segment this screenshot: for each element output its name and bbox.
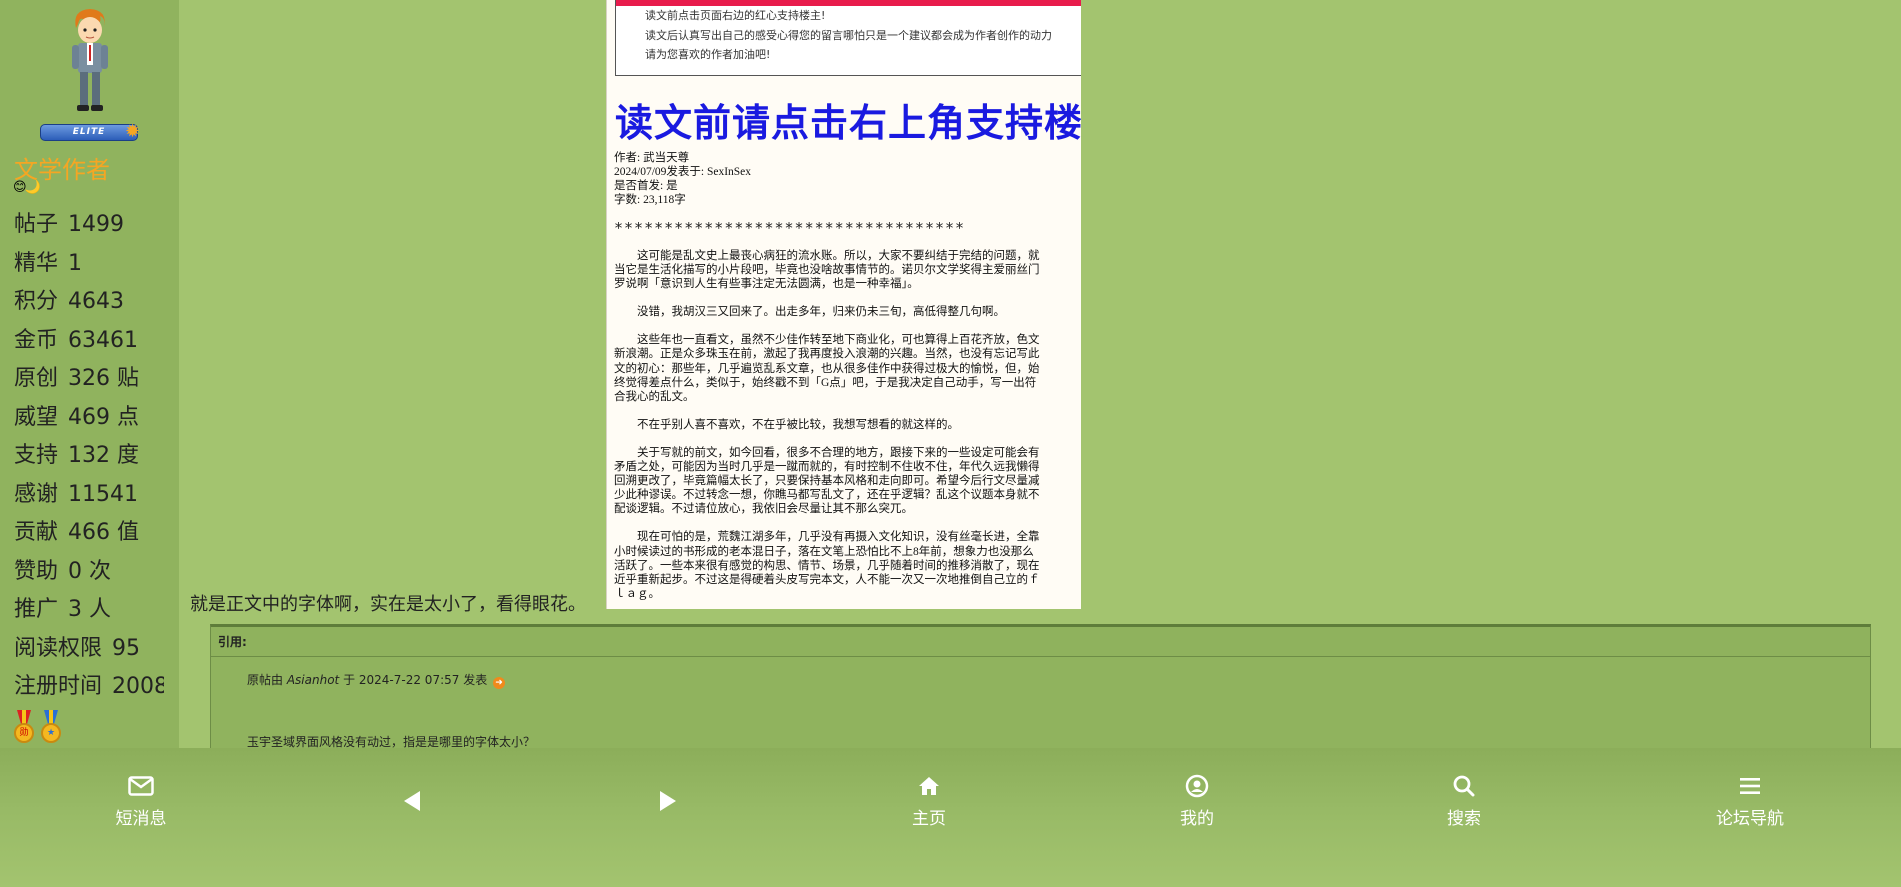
quote-meta: 原帖由 Asianhot 于 2024-7-22 07:57 发表 ➜	[247, 671, 506, 689]
page: ELITE ✹ 文学作者 😊🌙 帖子 1499 精华 1 积分 4643 金币 6346…	[0, 0, 1901, 887]
nav-search-label: 搜索	[1447, 809, 1481, 829]
paragraph: 没错，我胡汉三又回来了。出走多年，归来仍未三旬，高低得整几句啊。	[637, 306, 1005, 319]
meta-date: 2024/07/09发表于: SexInSex	[614, 166, 752, 178]
article-meta: 作者: 武当天尊 2024/07/09发表于: SexInSex 是否首发: 是…	[614, 151, 751, 207]
meta-first-post: 是否首发: 是	[614, 180, 678, 192]
notice-line: 请为您喜欢的作者加油吧!	[645, 48, 771, 61]
medal-list: 勋 ★	[13, 710, 62, 744]
author-sidebar: ELITE ✹ 文学作者 😊🌙 帖子 1499 精华 1 积分 4643 金币 6346…	[0, 0, 179, 748]
jump-to-post-icon[interactable]: ➜	[493, 677, 506, 689]
nav-messages-label: 短消息	[115, 809, 167, 829]
nav-search[interactable]: 搜索	[1404, 772, 1524, 829]
nav-forum-label: 论坛导航	[1716, 809, 1784, 829]
meta-word-count: 字数: 23,118字	[614, 194, 686, 206]
quote-block: 引用: 原帖由 Asianhot 于 2024-7-22 07:57 发表 ➜ …	[210, 624, 1871, 754]
user-icon	[1137, 772, 1257, 800]
stat-thanks: 感谢 11541	[14, 481, 139, 507]
nav-home-label: 主页	[912, 809, 946, 829]
paragraph: 这些年也一直看文，虽然不少佳作转至地下商业化，可也算得上百花齐放，色文新浪潮。正…	[614, 334, 1040, 403]
quote-meta-suffix: 于 2024-7-22 07:57 发表	[343, 673, 488, 687]
nav-home[interactable]: 主页	[869, 772, 989, 829]
forward-arrow-icon[interactable]	[659, 790, 677, 812]
post-content: 就是正文中的字体啊，实在是太小了，看得眼花。	[190, 594, 586, 615]
nav-mine[interactable]: 我的	[1137, 772, 1257, 829]
paragraph: 不在乎别人喜不喜欢，不在乎被比较，我想写想看的就这样的。	[637, 418, 959, 431]
stat-promotion: 推广 3 人	[14, 597, 112, 622]
meta-author: 作者: 武当天尊	[614, 152, 690, 164]
back-arrow-icon[interactable]	[403, 790, 421, 812]
article-title: 读文前请点击右上角支持楼主	[615, 103, 1081, 145]
stat-read-permission: 阅读权限 95	[14, 635, 141, 661]
notice-line: 读文前点击页面右边的红心支持楼主!	[645, 9, 826, 22]
home-icon	[869, 772, 989, 800]
stat-coins: 金币 63461	[14, 327, 139, 353]
stat-points: 积分 4643	[14, 289, 125, 314]
mail-icon	[81, 772, 201, 800]
paragraph: 现在可怕的是，荒魏江湖多年，几乎没有再摄入文化知识，没有丝毫长进，全靠小时候读过…	[614, 531, 1040, 600]
paragraph: 这可能是乱文史上最丧心病狂的流水账。所以，大家不要纠结于完结的问题，就当它是生活…	[614, 250, 1040, 291]
notice-box: 读文前点击页面右边的红心支持楼主! 读文后认真写出自己的感受心得您的留言哪怕只是…	[615, 0, 1081, 76]
stat-contribution: 贡献 466 值	[14, 520, 140, 545]
stat-register-date: 注册时间 2008	[14, 674, 164, 699]
stat-prestige: 威望 469 点	[14, 404, 140, 430]
bottom-nav: 短消息 主页 我的 搜索 论坛导航	[0, 748, 1901, 887]
quote-meta-prefix: 原帖由	[247, 673, 284, 687]
article-body: 这可能是乱文史上最丧心病狂的流水账。所以，大家不要纠结于完结的问题，就当它是生活…	[614, 249, 1044, 609]
nav-mine-label: 我的	[1180, 809, 1214, 829]
elite-star-icon: ✹	[124, 121, 142, 142]
quote-author[interactable]: Asianhot	[287, 673, 339, 687]
stat-posts: 帖子 1499	[14, 212, 125, 237]
nav-forum[interactable]: 论坛导航	[1690, 772, 1810, 829]
notice-line: 读文后认真写出自己的感受心得您的留言哪怕只是一个建议都会成为作者创作的动力	[645, 28, 1052, 42]
post-image[interactable]: 读文前点击页面右边的红心支持楼主! 读文后认真写出自己的感受心得您的留言哪怕只是…	[606, 0, 1081, 609]
stat-original: 原创 326 贴	[14, 366, 140, 391]
medal-icon[interactable]: ★	[40, 710, 62, 744]
stat-support: 支持 132 度	[14, 443, 140, 468]
menu-icon	[1690, 772, 1810, 800]
medal-icon[interactable]: 勋	[13, 710, 35, 744]
avatar[interactable]	[60, 6, 120, 116]
star-divider: ***********************************	[614, 219, 966, 237]
stat-sponsor: 赞助 0 次	[14, 558, 112, 584]
paragraph: 关于写就的前文，如今回看，很多不合理的地方，跟接下来的一些设定可能会有矛盾之处，…	[614, 446, 1040, 516]
author-stats: 帖子 1499 精华 1 积分 4643 金币 63461 原创 326 贴 威望 469 …	[14, 212, 164, 713]
search-icon	[1404, 772, 1524, 800]
nav-messages[interactable]: 短消息	[81, 772, 201, 829]
status-emojis: 😊🌙	[13, 180, 41, 195]
quote-header: 引用:	[211, 627, 1870, 657]
rank-badge: ELITE ✹	[40, 122, 140, 142]
stat-digest: 精华 1	[14, 250, 83, 276]
